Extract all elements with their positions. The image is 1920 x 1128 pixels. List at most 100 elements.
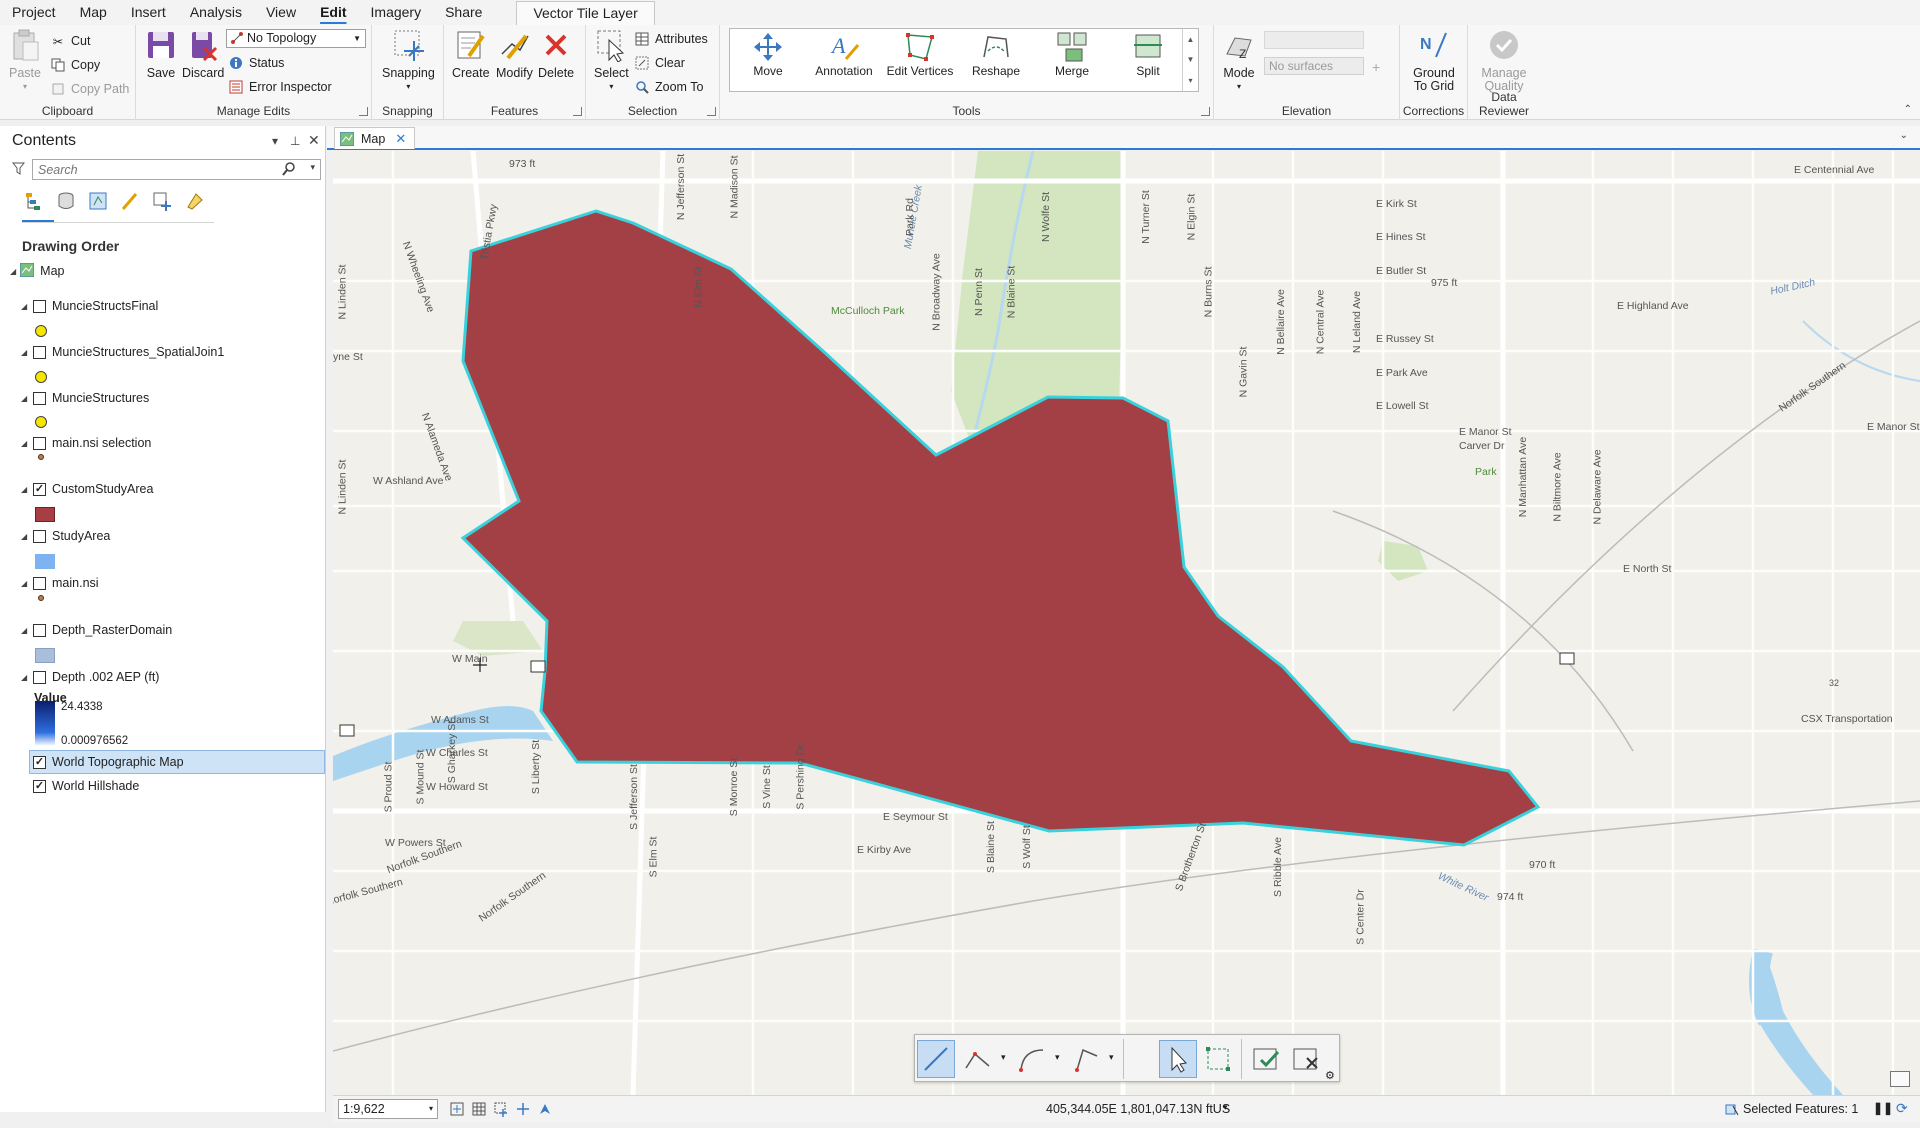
clear-selection-button[interactable]: Clear bbox=[634, 53, 685, 73]
layer-visibility-checkbox[interactable] bbox=[33, 482, 46, 496]
delete-button[interactable]: Delete bbox=[538, 27, 574, 80]
elevation-mode-button[interactable]: Z Mode ▾ bbox=[1222, 27, 1256, 93]
manage-edits-launcher-icon[interactable] bbox=[359, 107, 368, 116]
discard-sketch-button[interactable] bbox=[1287, 1040, 1325, 1078]
layer-row-customstudyarea[interactable]: ◢ CustomStudyArea bbox=[0, 478, 326, 500]
layer-row-munciestructsfinal[interactable]: ◢ MuncieStructsFinal bbox=[0, 295, 326, 317]
save-button[interactable]: Save bbox=[144, 27, 178, 80]
raster-color-ramp[interactable] bbox=[35, 701, 55, 746]
search-icon[interactable] bbox=[282, 162, 296, 179]
expand-triangle-icon[interactable]: ◢ bbox=[10, 267, 16, 276]
overview-toggle-icon[interactable] bbox=[1890, 1071, 1910, 1087]
tab-vector-tile-layer[interactable]: Vector Tile Layer bbox=[516, 0, 655, 25]
layer-visibility-checkbox[interactable] bbox=[33, 779, 46, 793]
finish-sketch-button[interactable] bbox=[1247, 1040, 1285, 1078]
layer-row-depth-aep[interactable]: ◢ Depth .002 AEP (ft) bbox=[0, 666, 326, 688]
close-pane-icon[interactable]: ✕ bbox=[308, 132, 320, 149]
rectangle-select-button[interactable] bbox=[1199, 1040, 1237, 1078]
layer-visibility-checkbox[interactable] bbox=[33, 576, 46, 590]
expand-triangle-icon[interactable]: ◢ bbox=[21, 579, 29, 588]
tools-launcher-icon[interactable] bbox=[1201, 107, 1210, 116]
expand-triangle-icon[interactable]: ◢ bbox=[21, 673, 29, 682]
map-view-tab[interactable]: Map ✕ bbox=[334, 127, 416, 149]
search-input[interactable] bbox=[33, 160, 273, 179]
tab-edit[interactable]: Edit bbox=[308, 0, 358, 25]
yellow-point-symbol[interactable] bbox=[35, 325, 47, 337]
topology-combo[interactable]: No Topology ▼ bbox=[226, 29, 366, 48]
point-symbol[interactable] bbox=[38, 595, 44, 601]
discard-button[interactable]: Discard bbox=[182, 27, 224, 80]
layer-visibility-checkbox[interactable] bbox=[33, 345, 46, 359]
layer-row-main-nsi[interactable]: ◢ main.nsi bbox=[0, 572, 326, 594]
tab-map[interactable]: Map bbox=[68, 0, 119, 25]
elevation-surface-combo[interactable] bbox=[1264, 31, 1364, 49]
chevron-up-icon[interactable]: ▲ bbox=[1187, 35, 1195, 44]
gallery-expand-icon[interactable]: ▾ bbox=[1188, 76, 1192, 85]
chevron-down-icon[interactable]: ▾ bbox=[1109, 1052, 1114, 1063]
pause-drawing-icon[interactable]: ❚❚ bbox=[1873, 1101, 1893, 1115]
search-box[interactable]: ▾ bbox=[32, 159, 321, 180]
layer-visibility-checkbox[interactable] bbox=[33, 529, 46, 543]
expand-triangle-icon[interactable]: ◢ bbox=[21, 302, 29, 311]
move-tool[interactable]: Move bbox=[732, 31, 804, 78]
point-symbol[interactable] bbox=[38, 454, 44, 460]
cut-button[interactable]: ✂ Cut bbox=[50, 31, 91, 51]
paste-button[interactable]: Paste ▾ bbox=[8, 27, 42, 93]
polygon-symbol[interactable] bbox=[35, 554, 55, 569]
editing-view-icon[interactable] bbox=[118, 190, 142, 212]
filter-icon[interactable] bbox=[11, 162, 26, 178]
yellow-point-symbol[interactable] bbox=[35, 371, 47, 383]
status-button[interactable]: Status bbox=[228, 53, 284, 73]
layer-row-world-topographic-map[interactable]: World Topographic Map bbox=[29, 750, 325, 774]
snapping-button[interactable]: Snapping ▾ bbox=[382, 27, 435, 93]
drawing-order-icon[interactable] bbox=[22, 190, 46, 212]
toolbar-settings-gear-icon[interactable]: ⚙ bbox=[1325, 1069, 1335, 1082]
create-button[interactable]: Create bbox=[452, 27, 490, 80]
layer-visibility-checkbox[interactable] bbox=[33, 436, 46, 450]
map-node[interactable]: ◢ Map bbox=[0, 260, 326, 282]
pin-icon[interactable]: ⊥ bbox=[290, 134, 300, 148]
layer-row-munciestructures-spatialjoin1[interactable]: ◢ MuncieStructures_SpatialJoin1 bbox=[0, 341, 326, 363]
expand-triangle-icon[interactable]: ◢ bbox=[21, 439, 29, 448]
polyline-tool-button[interactable] bbox=[959, 1040, 997, 1078]
tab-analysis[interactable]: Analysis bbox=[178, 0, 254, 25]
gallery-scrollbar[interactable]: ▲ ▼ ▾ bbox=[1182, 29, 1198, 91]
layer-row-depth-rasterdomain[interactable]: ◢ Depth_RasterDomain bbox=[0, 619, 326, 641]
tab-list-chevron-icon[interactable]: ⌄ bbox=[1900, 130, 1908, 141]
copy-path-button[interactable]: Copy Path bbox=[50, 79, 129, 99]
error-inspector-button[interactable]: Error Inspector bbox=[228, 77, 332, 97]
fixed-zoom-icon[interactable] bbox=[449, 1101, 465, 1117]
attributes-button[interactable]: Attributes bbox=[634, 29, 708, 49]
add-surface-icon[interactable]: + bbox=[1372, 59, 1380, 75]
chevron-down-icon[interactable]: ▾ bbox=[1055, 1052, 1060, 1063]
selection-view-icon[interactable] bbox=[86, 190, 110, 212]
chevron-down-icon[interactable]: ▾ bbox=[1001, 1052, 1006, 1063]
right-angle-tool-button[interactable] bbox=[1067, 1040, 1105, 1078]
expand-triangle-icon[interactable]: ◢ bbox=[21, 348, 29, 357]
snapping-status-icon[interactable] bbox=[493, 1101, 509, 1117]
chevron-down-icon[interactable]: ▼ bbox=[1187, 55, 1195, 64]
map-scale-combo[interactable]: 1:9,622 ▾ bbox=[338, 1099, 438, 1119]
surface-field[interactable]: No surfaces bbox=[1264, 57, 1364, 75]
tab-project[interactable]: Project bbox=[0, 0, 68, 25]
chevron-down-icon[interactable]: ▾ bbox=[310, 162, 315, 173]
grid-icon[interactable] bbox=[471, 1101, 487, 1117]
tab-view[interactable]: View bbox=[254, 0, 308, 25]
expand-triangle-icon[interactable]: ◢ bbox=[21, 394, 29, 403]
labeling-view-icon[interactable] bbox=[182, 190, 206, 212]
tab-insert[interactable]: Insert bbox=[119, 0, 178, 25]
merge-tool[interactable]: Merge bbox=[1036, 31, 1108, 78]
tab-share[interactable]: Share bbox=[433, 0, 494, 25]
refresh-icon[interactable]: ⟳ bbox=[1896, 1100, 1908, 1117]
layer-visibility-checkbox[interactable] bbox=[33, 755, 46, 769]
navigate-icon[interactable] bbox=[537, 1101, 553, 1117]
features-launcher-icon[interactable] bbox=[573, 107, 582, 116]
data-source-icon[interactable] bbox=[54, 190, 78, 212]
coordinate-format-chevron-icon[interactable]: ▾ bbox=[1223, 1102, 1228, 1113]
split-tool[interactable]: Split bbox=[1112, 31, 1184, 78]
selection-launcher-icon[interactable] bbox=[707, 107, 716, 116]
line-tool-button[interactable] bbox=[917, 1040, 955, 1078]
yellow-point-symbol[interactable] bbox=[35, 416, 47, 428]
layer-visibility-checkbox[interactable] bbox=[33, 670, 46, 684]
expand-triangle-icon[interactable]: ◢ bbox=[21, 626, 29, 635]
